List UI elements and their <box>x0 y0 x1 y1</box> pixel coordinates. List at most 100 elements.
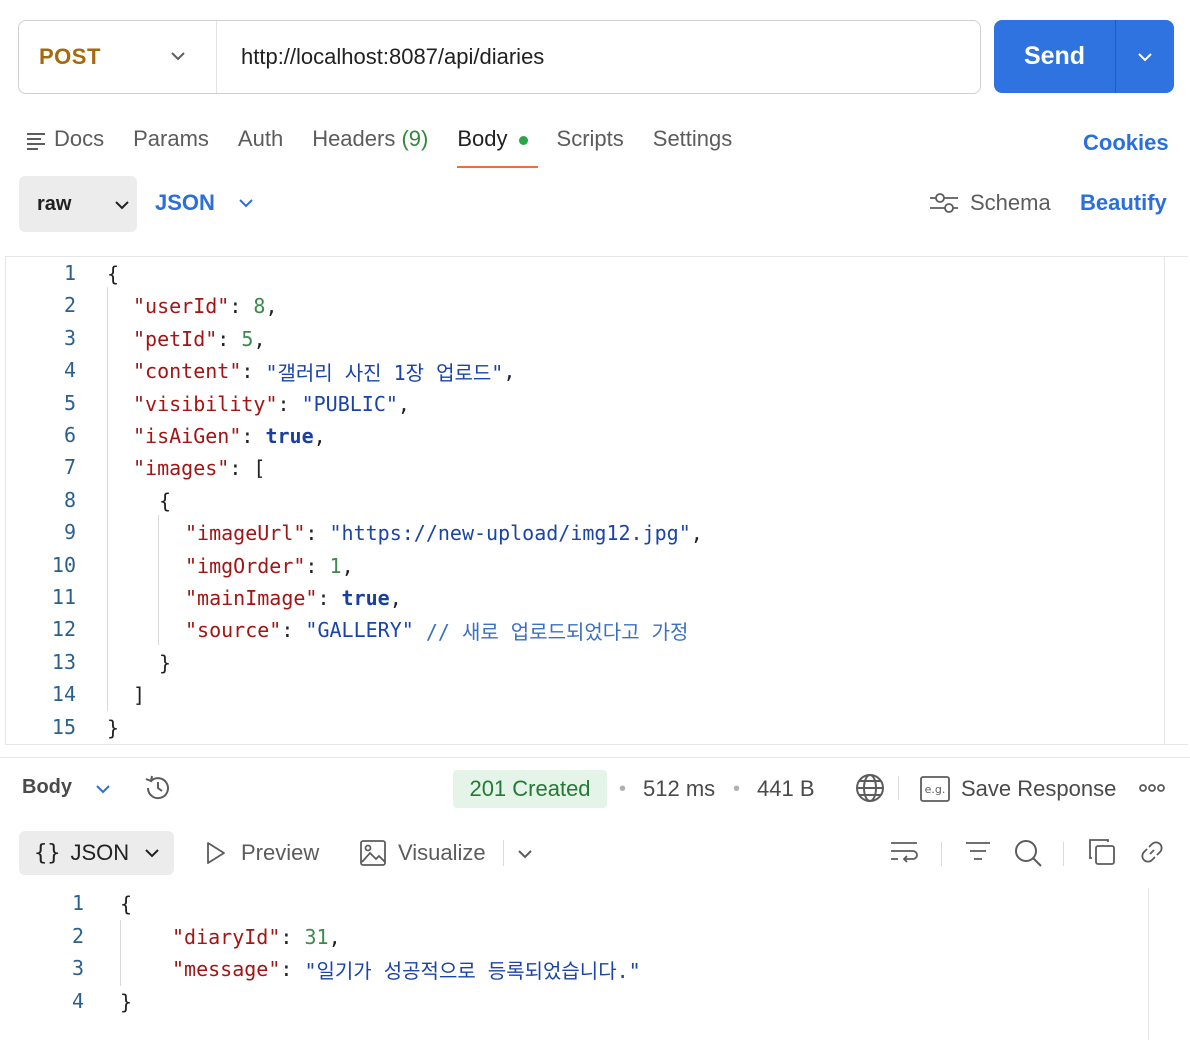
visualize-label: Visualize <box>398 840 486 865</box>
indent-guide <box>107 287 108 711</box>
code-token: : <box>305 521 330 546</box>
line-number: 15 <box>51 714 76 739</box>
body-language-select[interactable]: JSON <box>155 190 255 216</box>
tab-label: Docs <box>54 126 105 151</box>
code-token: } <box>120 989 133 1014</box>
divider <box>503 840 504 866</box>
response-time[interactable]: 512 ms <box>643 776 715 802</box>
code-line: "userId": 8, <box>133 290 278 322</box>
code-line: "imgOrder": 1, <box>185 550 354 582</box>
body-language-label: JSON <box>155 190 215 215</box>
code-token: "isAiGen" <box>133 424 242 448</box>
chevron-down-icon <box>1138 52 1152 61</box>
line-number: 11 <box>51 585 76 609</box>
line-number: 1 <box>63 261 76 285</box>
code-token: , <box>313 424 326 448</box>
tab-headers[interactable]: Headers (9) <box>312 124 428 168</box>
code-line: ] <box>133 679 145 711</box>
send-dropdown-button[interactable] <box>1116 48 1174 66</box>
code-token: 31 <box>304 924 329 949</box>
tab-body[interactable]: Body <box>457 124 538 168</box>
status-badge[interactable]: 201 Created <box>453 770 607 808</box>
code-token: , <box>341 553 354 578</box>
tab-docs[interactable]: Docs <box>26 124 104 168</box>
code-token: : [ <box>229 456 266 481</box>
indent-guide <box>158 515 159 645</box>
wrap-icon[interactable] <box>889 838 919 866</box>
visualize-button[interactable]: Visualize <box>360 840 486 866</box>
code-line: "petId": 5, <box>133 323 265 355</box>
tab-scripts[interactable]: Scripts <box>557 124 624 168</box>
line-number: 4 <box>71 988 84 1013</box>
code-token: "images" <box>133 456 230 481</box>
response-scrollbar[interactable] <box>1148 888 1149 1040</box>
response-size[interactable]: 441 B <box>757 776 815 802</box>
line-number: 1 <box>71 891 84 915</box>
sliders-icon <box>930 193 958 213</box>
tab-settings[interactable]: Settings <box>653 124 733 168</box>
code-token: "GALLERY" <box>305 618 414 643</box>
code-line: } <box>120 986 132 1018</box>
method-label: POST <box>39 44 101 69</box>
code-line: } <box>107 712 119 744</box>
history-icon[interactable] <box>142 772 174 804</box>
code-token: 1 <box>329 553 342 578</box>
line-number: 2 <box>71 923 84 948</box>
tab-params[interactable]: Params <box>133 124 209 168</box>
body-mode-select[interactable]: raw <box>19 176 137 232</box>
save-response-button[interactable]: Save Response <box>961 776 1116 802</box>
code-token: "visibility" <box>133 391 278 416</box>
line-number: 7 <box>63 455 76 480</box>
separator-dot: • <box>733 778 741 800</box>
code-line: { <box>159 485 171 517</box>
divider <box>941 842 942 866</box>
code-token: , <box>328 924 341 949</box>
more-icon[interactable] <box>1138 780 1166 796</box>
code-line: "isAiGen": true, <box>133 420 326 452</box>
code-token: "petId" <box>133 326 218 351</box>
url-input[interactable]: http://localhost:8087/api/diaries <box>217 44 544 70</box>
request-tabs: Docs Params Auth Headers (9) Body Script… <box>26 124 761 168</box>
code-token: : <box>217 326 242 351</box>
code-token: , <box>265 294 278 319</box>
divider <box>898 776 899 800</box>
code-token: } <box>159 650 172 675</box>
request-body-editor[interactable]: 1 {2 "userId": 8, 3 "petId": 5, 4 "content": "… <box>5 256 1188 745</box>
tab-label: Params <box>133 126 209 151</box>
method-select[interactable]: POST <box>19 21 217 93</box>
braces-icon: {} <box>34 840 61 866</box>
code-token: , <box>253 326 266 351</box>
code-token: , <box>397 391 410 416</box>
response-body-label[interactable]: Body <box>22 776 72 799</box>
code-token: "imageUrl" <box>185 521 306 546</box>
code-token: , <box>389 586 402 610</box>
code-token: "갤러리 사진 1장 업로드" <box>265 360 504 385</box>
beautify-button[interactable]: Beautify <box>1080 190 1167 216</box>
response-format-label: JSON <box>70 840 130 865</box>
copy-icon[interactable] <box>1088 838 1116 866</box>
code-token: "source" <box>185 618 282 643</box>
code-token: 5 <box>241 326 254 351</box>
code-token: : <box>241 359 266 384</box>
search-icon[interactable] <box>1013 838 1043 868</box>
code-token: : <box>280 957 305 981</box>
link-icon[interactable] <box>1138 838 1166 866</box>
code-line: "message": "일기가 성공적으로 등록되었습니다." <box>172 953 641 985</box>
preview-label: Preview <box>241 840 320 865</box>
cookies-link[interactable]: Cookies <box>1083 130 1169 156</box>
code-line: "content": "갤러리 사진 1장 업로드", <box>133 355 515 387</box>
line-number: 9 <box>63 520 76 545</box>
code-token: , <box>503 359 516 384</box>
code-line: "mainImage": true, <box>185 582 402 614</box>
line-number: 3 <box>63 325 76 350</box>
response-format-select[interactable]: {} JSON <box>19 831 174 875</box>
schema-button[interactable]: Schema <box>928 190 1051 216</box>
filter-icon[interactable] <box>964 838 992 866</box>
send-button[interactable]: Send <box>994 42 1115 71</box>
preview-button[interactable]: Preview <box>205 840 319 866</box>
chevron-down-icon[interactable] <box>94 780 112 798</box>
editor-scrollbar[interactable] <box>1164 257 1188 744</box>
globe-icon[interactable] <box>854 772 886 804</box>
tab-auth[interactable]: Auth <box>238 124 283 168</box>
chevron-down-icon[interactable] <box>516 845 534 863</box>
